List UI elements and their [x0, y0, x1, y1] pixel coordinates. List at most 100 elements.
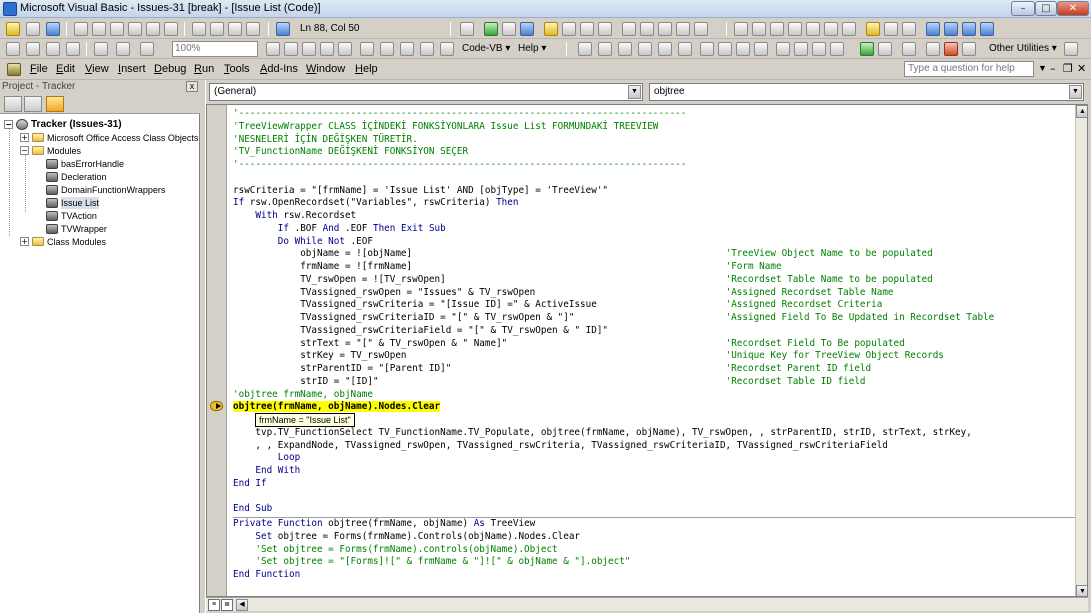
redo-icon[interactable]: [164, 22, 178, 36]
immediate-window-icon[interactable]: [640, 22, 654, 36]
uncomment-block-icon[interactable]: [902, 22, 916, 36]
toolbox-icon[interactable]: [638, 42, 652, 56]
step-into-icon[interactable]: [562, 22, 576, 36]
help-question-input[interactable]: Type a question for help: [904, 61, 1034, 77]
form-layout-icon[interactable]: [658, 42, 672, 56]
collapse-icon[interactable]: −: [20, 146, 29, 155]
project-panel-close-button[interactable]: x: [186, 81, 198, 92]
vertical-scrollbar[interactable]: ▲ ▼: [1075, 105, 1087, 596]
stop-icon[interactable]: [520, 22, 534, 36]
tree-folder-class-modules[interactable]: + Class Modules: [20, 235, 106, 248]
code-line[interactable]: strKey = TV_rswOpen 'Unique Key for Tree…: [300, 349, 944, 362]
breakpoint-gutter[interactable]: [207, 105, 227, 596]
code-line[interactable]: If rsw.OpenRecordset("Variables", rswCri…: [233, 196, 518, 209]
center-icon[interactable]: [116, 42, 130, 56]
design-mode-icon[interactable]: [246, 22, 260, 36]
align-icon[interactable]: [46, 42, 60, 56]
code-line[interactable]: objtree(frmName, objName).Nodes.Clear: [233, 400, 441, 413]
find-icon[interactable]: [128, 22, 142, 36]
tree-module-item-selected[interactable]: Issue List: [46, 196, 100, 209]
properties-window-icon[interactable]: [598, 42, 612, 56]
next-bookmark-icon[interactable]: [944, 22, 958, 36]
paste-format-icon[interactable]: [26, 42, 40, 56]
grid-icon[interactable]: [902, 42, 916, 56]
scroll-up-icon[interactable]: ▲: [1076, 105, 1087, 118]
tree-folder-modules[interactable]: − Modules: [20, 144, 81, 157]
code-line[interactable]: End If: [233, 477, 267, 490]
numbered-list-icon[interactable]: [794, 42, 808, 56]
tree-module-item[interactable]: TVWrapper: [46, 222, 107, 235]
expand-icon[interactable]: +: [20, 133, 29, 142]
continue-icon[interactable]: [484, 22, 498, 36]
menu-insert[interactable]: Insert: [118, 63, 146, 75]
tree-module-item[interactable]: basErrorHandle: [46, 157, 124, 170]
code-line[interactable]: Loop: [278, 451, 300, 464]
tree-module-item[interactable]: DomainFunctionWrappers: [46, 183, 165, 196]
code-line[interactable]: TVassigned_rswCriteriaID = "[" & TV_rswO…: [300, 311, 994, 324]
error-handler-icon[interactable]: [400, 42, 414, 56]
comment-block-icon[interactable]: [884, 22, 898, 36]
code-line[interactable]: If .BOF And .EOF Then Exit Sub: [278, 222, 446, 235]
code-line[interactable]: '---------------------------------------…: [233, 158, 686, 171]
code-editor[interactable]: '---------------------------------------…: [206, 104, 1088, 597]
tree-project-root[interactable]: − Tracker (Issues-31): [4, 118, 122, 131]
tab-order-icon[interactable]: [860, 42, 874, 56]
code-line[interactable]: 'NESNELERİ İÇİN DEĞİŞKEN TÜRETİR.: [233, 133, 418, 146]
code-line[interactable]: Private Function objtree(frmName, objNam…: [233, 517, 535, 530]
code-line[interactable]: TVassigned_rswCriteria = "[Issue ID] =" …: [300, 298, 882, 311]
undo-icon[interactable]: [146, 22, 160, 36]
object-browser-icon[interactable]: [618, 42, 632, 56]
menu-add-ins[interactable]: Add-Ins: [260, 63, 298, 75]
expand-icon[interactable]: +: [20, 237, 29, 246]
procedure-combo[interactable]: objtree ▼: [649, 83, 1084, 101]
edit-list-properties-icon[interactable]: [734, 22, 748, 36]
step-over-icon[interactable]: [580, 22, 594, 36]
line-numbering-icon[interactable]: [420, 42, 434, 56]
previous-bookmark-icon[interactable]: [962, 22, 976, 36]
code-line[interactable]: End Sub: [233, 502, 272, 515]
quick-info-icon[interactable]: [770, 22, 784, 36]
collapse-icon[interactable]: −: [4, 120, 13, 129]
toggle-breakpoint-edit-icon[interactable]: [866, 22, 880, 36]
pencil-icon[interactable]: [926, 42, 940, 56]
code-line[interactable]: End With: [255, 464, 300, 477]
code-line[interactable]: objName = ![objName] 'TreeView Object Na…: [300, 247, 933, 260]
toggle-bookmark-icon[interactable]: [926, 22, 940, 36]
save-icon[interactable]: [46, 22, 60, 36]
indent-icon[interactable]: [824, 22, 838, 36]
insert-sub-icon[interactable]: [284, 42, 298, 56]
run-icon[interactable]: [192, 22, 206, 36]
close-button[interactable]: ✕: [1057, 1, 1089, 16]
scroll-down-icon[interactable]: ▼: [1076, 585, 1087, 596]
toggle-breakpoint-icon[interactable]: [544, 22, 558, 36]
code-line[interactable]: strParentID = "[Parent ID]" 'Recordset P…: [300, 362, 871, 375]
reset-icon[interactable]: [228, 22, 242, 36]
locals-window-icon[interactable]: [622, 22, 636, 36]
code-vb-menu[interactable]: Code-VB ▾: [462, 43, 510, 54]
mdi-restore-button[interactable]: ❐: [1063, 62, 1073, 75]
code-line[interactable]: 'Set objtree = "[Forms]![" & frmName & "…: [255, 555, 630, 568]
project-explorer-icon[interactable]: [578, 42, 592, 56]
lock-controls-icon[interactable]: [878, 42, 892, 56]
insert-event-icon[interactable]: [338, 42, 352, 56]
format-align-top-icon[interactable]: [718, 42, 732, 56]
outdent-icon[interactable]: [842, 22, 856, 36]
list-constants-icon[interactable]: [752, 22, 766, 36]
tree-module-item[interactable]: TVAction: [46, 209, 97, 222]
format-align-right-icon[interactable]: [736, 42, 750, 56]
format-align-bottom-icon[interactable]: [754, 42, 768, 56]
code-line[interactable]: tvp.TV_FunctionSelect TV_FunctionName.TV…: [255, 426, 971, 439]
break-icon[interactable]: [210, 22, 224, 36]
cut-icon[interactable]: [74, 22, 88, 36]
code-line[interactable]: rswCriteria = "[frmName] = 'Issue List' …: [233, 184, 608, 197]
code-line[interactable]: Do While Not .EOF: [278, 235, 373, 248]
decrease-indent-icon[interactable]: [812, 42, 826, 56]
step-out-icon[interactable]: [598, 22, 612, 36]
debug-icon[interactable]: [460, 22, 474, 36]
tools-wrench-icon[interactable]: [1064, 42, 1078, 56]
object-combo[interactable]: (General) ▼: [209, 83, 643, 101]
copy-icon[interactable]: [92, 22, 106, 36]
menu-tools[interactable]: Tools: [224, 63, 250, 75]
code-line[interactable]: TV_rswOpen = ![TV_rswOpen] 'Recordset Ta…: [300, 273, 933, 286]
chevron-down-icon[interactable]: ▼: [1069, 85, 1082, 99]
